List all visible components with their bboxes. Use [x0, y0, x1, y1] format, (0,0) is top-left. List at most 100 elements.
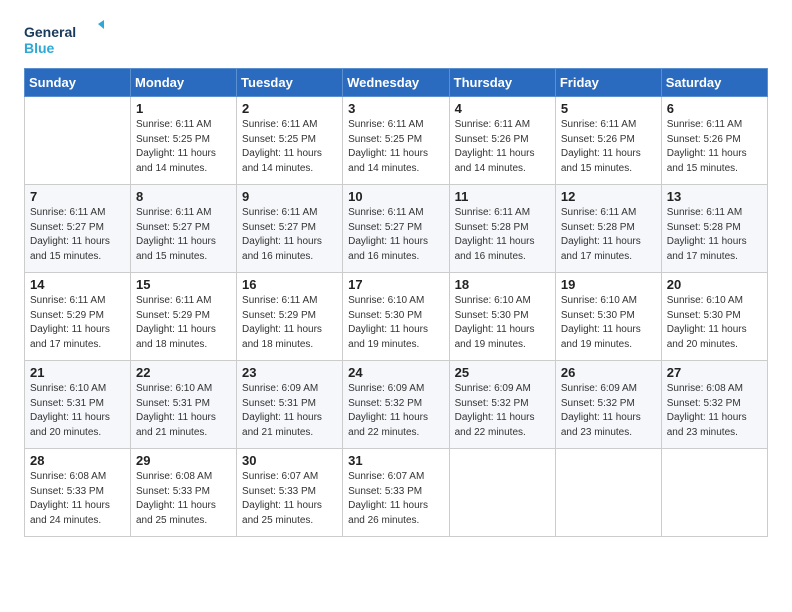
day-number: 10 — [348, 189, 443, 204]
daylight-label: Daylight: 11 hours and 22 minutes. — [348, 412, 428, 438]
sunrise-label: Sunrise: 6:10 AM — [561, 295, 637, 306]
day-number: 26 — [561, 365, 656, 380]
day-info: Sunrise: 6:09 AMSunset: 5:31 PMDaylight:… — [242, 382, 337, 440]
sunset-label: Sunset: 5:26 PM — [561, 134, 635, 145]
sunrise-label: Sunrise: 6:11 AM — [30, 295, 105, 306]
sunrise-label: Sunrise: 6:11 AM — [30, 207, 105, 218]
sunrise-label: Sunrise: 6:10 AM — [30, 383, 106, 394]
day-number: 24 — [348, 365, 443, 380]
sunrise-label: Sunrise: 6:09 AM — [348, 383, 424, 394]
calendar-cell: 6 Sunrise: 6:11 AMSunset: 5:26 PMDaylight… — [661, 97, 767, 185]
calendar-cell: 12Sunrise: 6:11 AMSunset: 5:28 PMDayligh… — [555, 185, 661, 273]
calendar-cell: 22Sunrise: 6:10 AMSunset: 5:31 PMDayligh… — [131, 361, 237, 449]
sunset-label: Sunset: 5:31 PM — [242, 398, 316, 409]
daylight-label: Daylight: 11 hours and 23 minutes. — [667, 412, 747, 438]
day-number: 23 — [242, 365, 337, 380]
day-info: Sunrise: 6:11 AMSunset: 5:27 PMDaylight:… — [136, 206, 231, 264]
header-saturday: Saturday — [661, 69, 767, 97]
day-info: Sunrise: 6:11 AMSunset: 5:27 PMDaylight:… — [242, 206, 337, 264]
header-monday: Monday — [131, 69, 237, 97]
sunrise-label: Sunrise: 6:11 AM — [136, 295, 211, 306]
calendar-cell: 31Sunrise: 6:07 AMSunset: 5:33 PMDayligh… — [343, 449, 449, 537]
day-info: Sunrise: 6:11 AMSunset: 5:26 PMDaylight:… — [667, 118, 762, 176]
sunrise-label: Sunrise: 6:10 AM — [455, 295, 531, 306]
day-info: Sunrise: 6:09 AMSunset: 5:32 PMDaylight:… — [348, 382, 443, 440]
daylight-label: Daylight: 11 hours and 23 minutes. — [561, 412, 641, 438]
day-info: Sunrise: 6:11 AMSunset: 5:29 PMDaylight:… — [30, 294, 125, 352]
day-number: 19 — [561, 277, 656, 292]
day-info: Sunrise: 6:11 AMSunset: 5:29 PMDaylight:… — [242, 294, 337, 352]
sunset-label: Sunset: 5:30 PM — [348, 310, 422, 321]
day-number: 5 — [561, 101, 656, 116]
daylight-label: Daylight: 11 hours and 20 minutes. — [667, 324, 747, 350]
day-info: Sunrise: 6:07 AMSunset: 5:33 PMDaylight:… — [348, 470, 443, 528]
sunrise-label: Sunrise: 6:11 AM — [136, 119, 211, 130]
day-info: Sunrise: 6:11 AMSunset: 5:25 PMDaylight:… — [136, 118, 231, 176]
day-info: Sunrise: 6:10 AM Sunset: 5:31 PM Daylight:… — [30, 382, 125, 440]
sunset-label: Sunset: 5:31 PM — [30, 398, 104, 409]
day-info: Sunrise: 6:10 AMSunset: 5:30 PMDaylight:… — [455, 294, 550, 352]
calendar-cell: 3Sunrise: 6:11 AMSunset: 5:25 PMDaylight… — [343, 97, 449, 185]
sunrise-label: Sunrise: 6:09 AM — [455, 383, 531, 394]
daylight-label: Daylight: 11 hours and 16 minutes. — [348, 236, 428, 262]
header-friday: Friday — [555, 69, 661, 97]
day-number: 13 — [667, 189, 762, 204]
day-info: Sunrise: 6:10 AMSunset: 5:31 PMDaylight:… — [136, 382, 231, 440]
day-info: Sunrise: 6:11 AMSunset: 5:25 PMDaylight:… — [348, 118, 443, 176]
daylight-label: Daylight: 11 hours and 21 minutes. — [242, 412, 322, 438]
sunset-label: Sunset: 5:33 PM — [348, 486, 422, 497]
day-number: 17 — [348, 277, 443, 292]
sunset-label: Sunset: 5:28 PM — [667, 222, 741, 233]
sunrise-label: Sunrise: 6:11 AM — [242, 207, 317, 218]
sunrise-label: Sunrise: 6:11 AM — [348, 119, 423, 130]
day-info: Sunrise: 6:11 AMSunset: 5:29 PMDaylight:… — [136, 294, 231, 352]
calendar-cell: 30Sunrise: 6:07 AMSunset: 5:33 PMDayligh… — [237, 449, 343, 537]
daylight-label: Daylight: 11 hours and 20 minutes. — [30, 412, 110, 438]
daylight-label: Daylight: 11 hours and 14 minutes. — [136, 148, 216, 174]
calendar-cell: 8Sunrise: 6:11 AMSunset: 5:27 PMDaylight… — [131, 185, 237, 273]
day-info: Sunrise: 6:11 AMSunset: 5:25 PMDaylight:… — [242, 118, 337, 176]
sunrise-label: Sunrise: 6:11 AM — [348, 207, 423, 218]
sunset-label: Sunset: 5:27 PM — [30, 222, 104, 233]
calendar-cell: 24 Sunrise: 6:09 AMSunset: 5:32 PMDayligh… — [343, 361, 449, 449]
day-number: 12 — [561, 189, 656, 204]
day-info: Sunrise: 6:11 AMSunset: 5:26 PMDaylight:… — [561, 118, 656, 176]
day-info: Sunrise: 6:10 AMSunset: 5:30 PMDaylight:… — [561, 294, 656, 352]
calendar-cell: 20Sunrise: 6:10 AMSunset: 5:30 PMDayligh… — [661, 273, 767, 361]
day-number: 25 — [455, 365, 550, 380]
sunset-label: Sunset: 5:31 PM — [136, 398, 210, 409]
day-number: 16 — [242, 277, 337, 292]
day-number: 11 — [455, 189, 550, 204]
sunset-label: Sunset: 5:26 PM — [667, 134, 741, 145]
day-number: 28 — [30, 453, 125, 468]
daylight-label: Daylight: 11 hours and 24 minutes. — [30, 500, 110, 526]
day-info: Sunrise: 6:08 AMSunset: 5:32 PMDaylight:… — [667, 382, 762, 440]
header: General Blue — [24, 20, 768, 60]
sunrise-label: Sunrise: 6:08 AM — [136, 471, 212, 482]
sunset-label: Sunset: 5:28 PM — [561, 222, 635, 233]
logo-icon: General Blue — [24, 20, 104, 60]
daylight-label: Daylight: 11 hours and 18 minutes. — [242, 324, 322, 350]
logo: General Blue — [24, 20, 104, 60]
calendar-cell: 1Sunrise: 6:11 AMSunset: 5:25 PMDaylight… — [131, 97, 237, 185]
day-number: 27 — [667, 365, 762, 380]
day-number: 7 — [30, 189, 125, 204]
sunset-label: Sunset: 5:25 PM — [242, 134, 316, 145]
header-tuesday: Tuesday — [237, 69, 343, 97]
sunrise-label: Sunrise: 6:11 AM — [242, 119, 317, 130]
daylight-label: Daylight: 11 hours and 19 minutes. — [348, 324, 428, 350]
calendar-week-3: 14Sunrise: 6:11 AMSunset: 5:29 PMDayligh… — [25, 273, 768, 361]
calendar-cell — [661, 449, 767, 537]
day-number: 4 — [455, 101, 550, 116]
calendar-week-2: 7Sunrise: 6:11 AMSunset: 5:27 PMDaylight… — [25, 185, 768, 273]
sunset-label: Sunset: 5:27 PM — [136, 222, 210, 233]
calendar-cell: 23 Sunrise: 6:09 AMSunset: 5:31 PMDayligh… — [237, 361, 343, 449]
daylight-label: Daylight: 11 hours and 15 minutes. — [561, 148, 641, 174]
daylight-label: Daylight: 11 hours and 14 minutes. — [348, 148, 428, 174]
calendar-cell: 2Sunrise: 6:11 AMSunset: 5:25 PMDaylight… — [237, 97, 343, 185]
sunset-label: Sunset: 5:27 PM — [242, 222, 316, 233]
sunset-label: Sunset: 5:32 PM — [667, 398, 741, 409]
sunrise-label: Sunrise: 6:10 AM — [136, 383, 212, 394]
day-number: 6 — [667, 101, 762, 116]
calendar-cell: 13Sunrise: 6:11 AMSunset: 5:28 PMDayligh… — [661, 185, 767, 273]
